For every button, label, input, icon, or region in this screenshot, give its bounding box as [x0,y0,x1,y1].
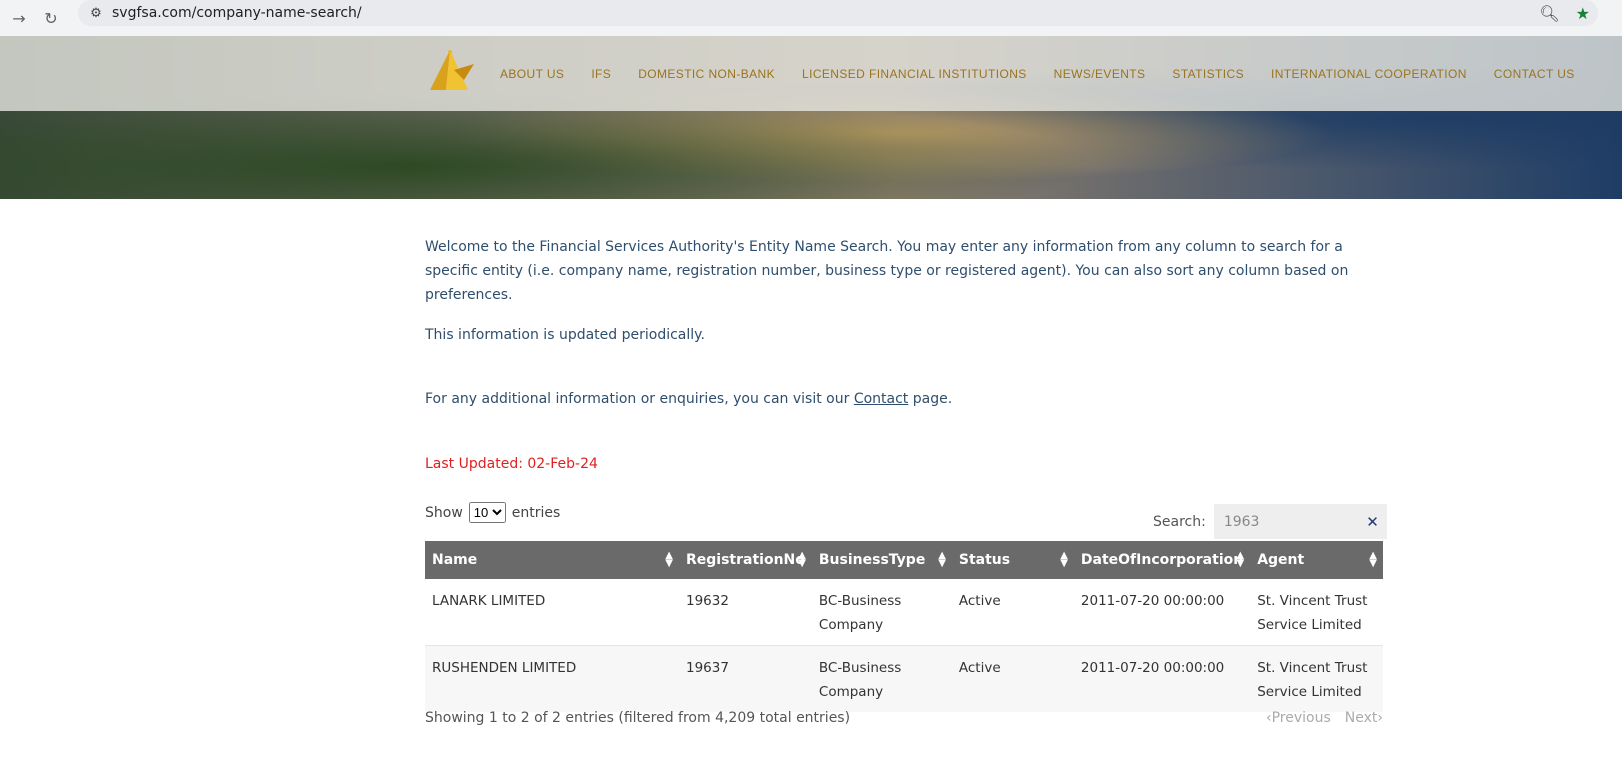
enquiry-suffix: page. [908,391,953,407]
last-updated-text: Last Updated: 02-Feb-24 [425,456,598,472]
pagination: ‹Previous Next› [1266,710,1383,726]
zoom-icon[interactable]: 🔍︎ [1539,4,1559,23]
column-header-dateofincorporation[interactable]: DateOfIncorporation ▲ ▼ [1073,541,1251,579]
search-label: Search: [1153,513,1206,530]
column-header-registrationno[interactable]: RegistrationNo ▲ ▼ [679,541,812,579]
cell-dateofincorporation: 2011-07-20 00:00:00 [1073,645,1251,712]
fsa-logo-icon[interactable] [424,48,476,92]
reload-icon[interactable]: ↻ [38,5,64,31]
column-header-label: Agent [1257,552,1305,568]
next-icon: › [1377,710,1384,726]
cell-status: Active [951,645,1074,712]
page-size-select[interactable]: 10 [468,502,506,523]
cell-agent: St. Vincent Trust Service Limited [1250,645,1383,712]
column-header-status[interactable]: Status ▲ ▼ [951,541,1074,579]
page-length-control: Show 10 entries [425,502,560,523]
clear-search-icon[interactable]: ✕ [1366,513,1379,531]
column-header-label: Status [958,552,1011,568]
main-navigation: ABOUT US IFS DOMESTIC NON-BANK LICENSED … [0,36,1622,111]
welcome-text: Welcome to the Financial Services Author… [425,239,1349,303]
sort-icon: ▲ ▼ [798,550,806,569]
column-header-name[interactable]: Name ▲ ▼ [425,541,679,579]
table-row: LANARK LIMITED 19632 BC-Business Company… [425,579,1383,646]
cell-agent: St. Vincent Trust Service Limited [1250,579,1383,646]
nav-news-events[interactable]: NEWS/EVENTS [1054,67,1146,81]
nav-contact-us[interactable]: CONTACT US [1494,67,1575,81]
search-input[interactable] [1213,512,1356,531]
cell-name: RUSHENDEN LIMITED [425,645,679,712]
cell-status: Active [951,579,1074,646]
show-label: Show [425,504,463,521]
address-bar[interactable]: ⚙ svgfsa.com/company-name-search/ 🔍︎ ★ [78,0,1598,26]
browser-toolbar: → ↻ ⚙ svgfsa.com/company-name-search/ 🔍︎… [0,0,1622,37]
cell-businesstype: BC-Business Company [811,645,952,712]
site-settings-icon[interactable]: ⚙ [84,1,108,25]
table-info: Showing 1 to 2 of 2 entries (filtered fr… [425,710,851,726]
column-header-label: BusinessType [818,552,926,568]
nav-menu: ABOUT US IFS DOMESTIC NON-BANK LICENSED … [500,36,1575,111]
nav-statistics[interactable]: STATISTICS [1172,67,1244,81]
table-row: RUSHENDEN LIMITED 19637 BC-Business Comp… [425,645,1383,712]
nav-international-cooperation[interactable]: INTERNATIONAL COOPERATION [1271,67,1467,81]
nav-ifs[interactable]: IFS [591,67,611,81]
sort-icon: ▲ ▼ [665,550,673,569]
cell-registrationno: 19637 [679,645,812,712]
sort-icon: ▲ ▼ [1060,550,1068,569]
table-header-row: Name ▲ ▼ RegistrationNo ▲ ▼ BusinessType ▲ ▼ S… [425,541,1383,579]
enquiry-prefix: For any additional information or enquir… [425,391,854,407]
periodic-update-text: This information is updated periodically… [425,327,705,343]
next-label: Next [1344,710,1378,726]
url-text[interactable]: svgfsa.com/company-name-search/ [112,5,362,21]
cell-businesstype: BC-Business Company [811,579,952,646]
nav-licensed-financial-institutions[interactable]: LICENSED FINANCIAL INSTITUTIONS [802,67,1027,81]
column-header-label: DateOfIncorporation [1080,552,1244,568]
cell-dateofincorporation: 2011-07-20 00:00:00 [1073,579,1251,646]
cell-name: LANARK LIMITED [425,579,679,646]
column-header-agent[interactable]: Agent ▲ ▼ [1250,541,1383,579]
bookmark-star-icon[interactable]: ★ [1576,4,1590,23]
sort-icon: ▲ ▼ [1369,550,1377,569]
search-box[interactable]: ✕ [1213,504,1387,539]
enquiry-text: For any additional information or enquir… [425,387,952,411]
forward-icon[interactable]: → [6,5,32,31]
sort-icon: ▲ ▼ [1236,550,1245,569]
next-button[interactable]: Next› [1345,710,1383,726]
column-header-businesstype[interactable]: BusinessType ▲ ▼ [811,541,952,579]
hero-banner: ABOUT US IFS DOMESTIC NON-BANK LICENSED … [0,36,1622,199]
contact-link[interactable]: Contact [854,391,908,407]
previous-button[interactable]: ‹Previous [1266,710,1331,726]
entries-label: entries [511,504,561,521]
nav-domestic-non-bank[interactable]: DOMESTIC NON-BANK [638,67,775,81]
nav-about-us[interactable]: ABOUT US [500,67,564,81]
column-header-label: RegistrationNo [686,552,805,568]
cell-registrationno: 19632 [679,579,812,646]
table-search: Search: ✕ [1153,504,1387,539]
sort-icon: ▲ ▼ [938,550,946,569]
column-header-label: Name [432,552,478,568]
entity-table: Name ▲ ▼ RegistrationNo ▲ ▼ BusinessType ▲ ▼ S… [425,541,1383,712]
previous-label: Previous [1271,710,1331,726]
